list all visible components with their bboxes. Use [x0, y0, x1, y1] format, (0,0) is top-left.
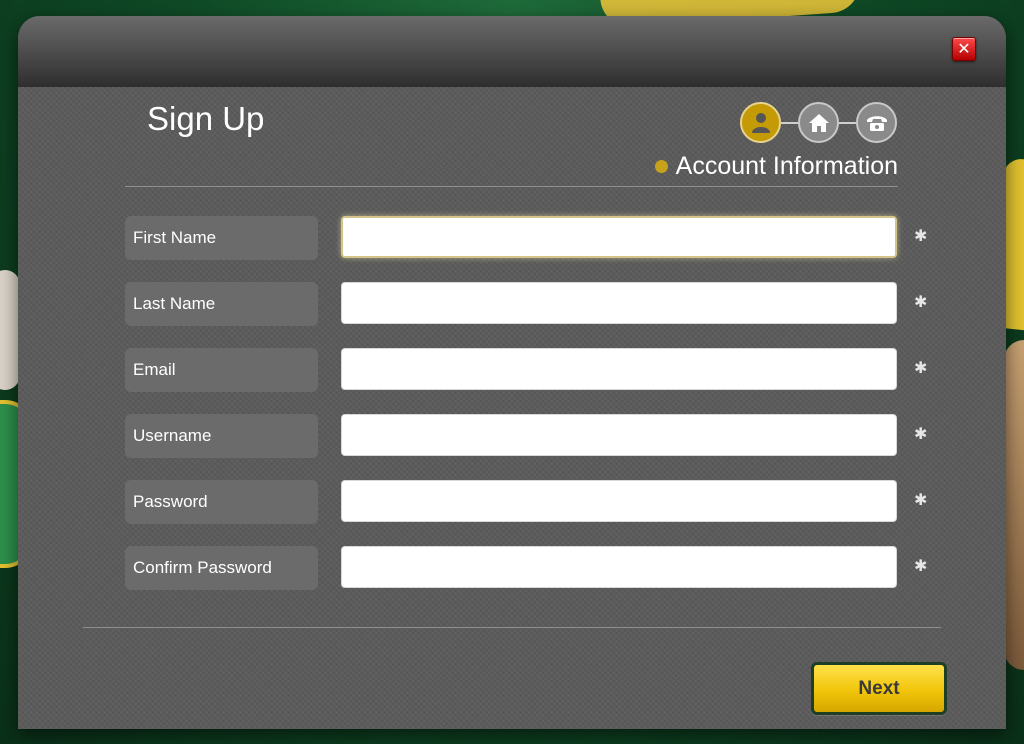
last-name-row: Last Name ✱: [125, 282, 937, 328]
required-mark-icon: ✱: [914, 558, 928, 575]
current-step-text: Account Information: [675, 152, 898, 180]
first-name-label: First Name: [125, 216, 318, 260]
close-button[interactable]: ✕: [952, 37, 976, 61]
user-icon: [751, 112, 770, 133]
last-name-label: Last Name: [125, 282, 318, 326]
email-input[interactable]: [341, 348, 897, 390]
page-title: Sign Up: [147, 100, 265, 137]
step-contact: [856, 102, 897, 143]
required-mark-icon: ✱: [914, 228, 928, 245]
current-step-label: Account Information: [654, 152, 898, 181]
step-address: [798, 102, 839, 143]
step-account: [740, 102, 781, 143]
required-mark-icon: ✱: [914, 492, 928, 509]
home-icon: [808, 113, 829, 132]
required-mark-icon: ✱: [914, 426, 928, 443]
modal-header: ✕: [18, 16, 1006, 87]
phone-icon: [866, 115, 887, 131]
next-button[interactable]: Next: [811, 662, 947, 715]
footer-divider: [83, 627, 941, 628]
required-mark-icon: ✱: [914, 294, 928, 311]
confirm-password-input[interactable]: [341, 546, 897, 588]
last-name-input[interactable]: [341, 282, 897, 324]
username-input[interactable]: [341, 414, 897, 456]
required-mark-icon: ✱: [914, 360, 928, 377]
close-icon: ✕: [957, 39, 971, 58]
confirm-password-label: Confirm Password: [125, 546, 318, 590]
header-divider: [125, 186, 898, 187]
password-row: Password ✱: [125, 480, 937, 526]
password-label: Password: [125, 480, 318, 524]
email-label: Email: [125, 348, 318, 392]
current-step-dot: [654, 160, 668, 173]
signup-modal: ✕ Sign Up Account Information First Name…: [18, 16, 1006, 729]
confirm-password-row: Confirm Password ✱: [125, 546, 937, 592]
password-input[interactable]: [341, 480, 897, 522]
username-row: Username ✱: [125, 414, 937, 460]
email-row: Email ✱: [125, 348, 937, 394]
first-name-row: First Name ✱: [125, 216, 937, 262]
username-label: Username: [125, 414, 318, 458]
background-left-character: [0, 270, 20, 390]
background-right-character: [1004, 340, 1024, 670]
first-name-input[interactable]: [341, 216, 897, 258]
